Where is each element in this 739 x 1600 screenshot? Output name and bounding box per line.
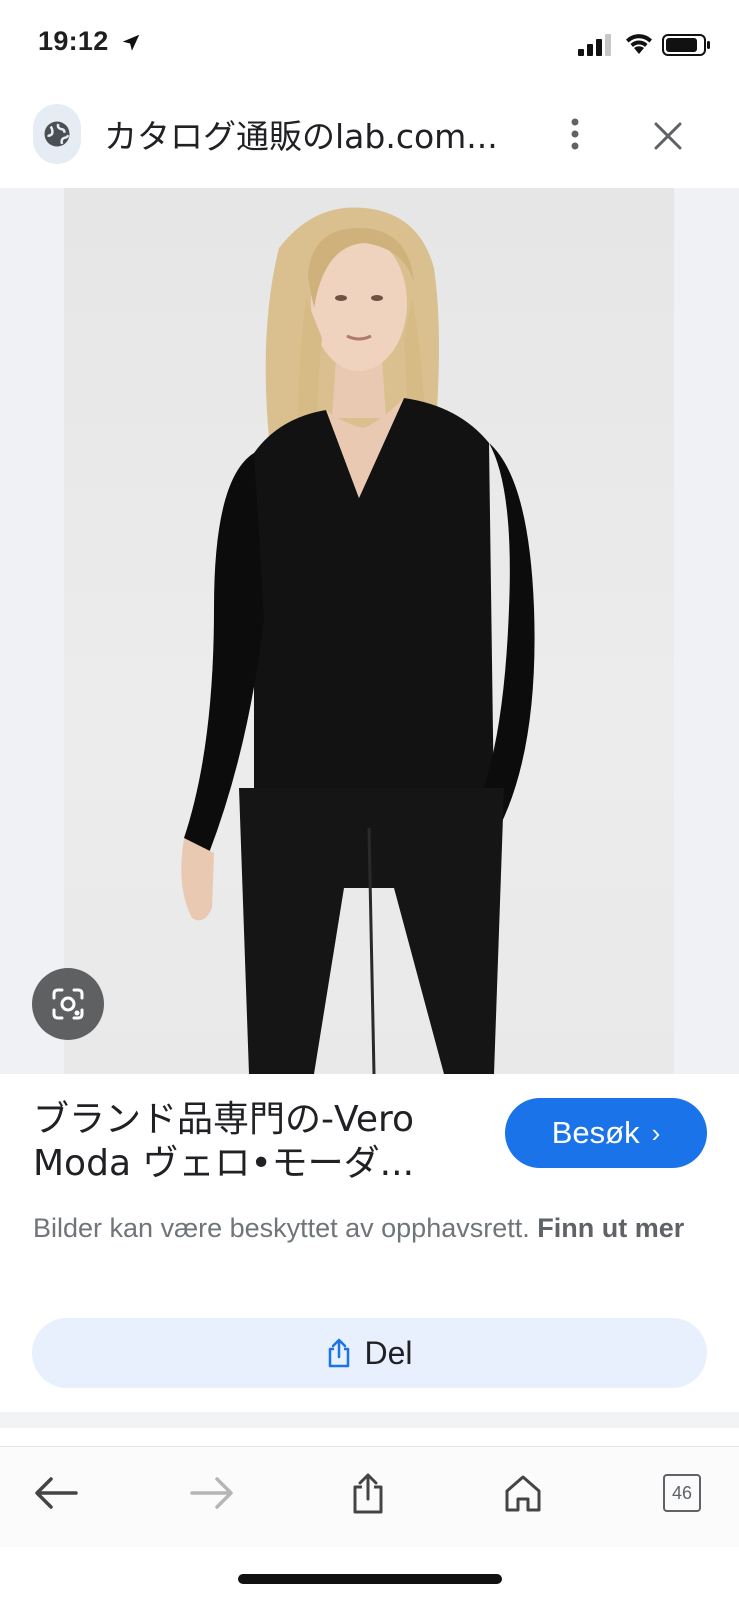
- more-vert-icon: [571, 118, 579, 150]
- arrow-forward-icon: [190, 1477, 233, 1509]
- page-title[interactable]: カタログ通販のlab.com...: [104, 110, 524, 158]
- visit-button[interactable]: Besøk ›: [505, 1098, 707, 1168]
- product-photo[interactable]: [64, 188, 674, 1074]
- image-preview: [0, 188, 739, 1074]
- share-icon: [353, 1473, 383, 1514]
- copyright-text: Bilder kan være beskyttet av opphavsrett…: [33, 1213, 530, 1243]
- close-button[interactable]: [646, 114, 690, 158]
- site-info-button[interactable]: [33, 104, 81, 164]
- status-bar: 19:12: [0, 0, 739, 92]
- home-icon: [505, 1475, 541, 1512]
- back-button[interactable]: [30, 1467, 82, 1519]
- share-button[interactable]: Del: [32, 1318, 707, 1388]
- visit-label: Besøk: [551, 1115, 640, 1150]
- more-options-button[interactable]: [557, 112, 593, 156]
- home-button[interactable]: [497, 1467, 549, 1519]
- learn-more-link[interactable]: Finn ut mer: [537, 1213, 684, 1243]
- bottom-toolbar: 46: [0, 1446, 739, 1547]
- google-lens-button[interactable]: [32, 968, 104, 1040]
- result-title-line2: Moda ヴェロ•モーダ...: [33, 1143, 415, 1184]
- battery-icon: [662, 34, 710, 56]
- result-title-line1: ブランド品専門の-Vero: [33, 1099, 415, 1140]
- share-label: Del: [364, 1334, 413, 1371]
- globe-icon: [44, 121, 70, 147]
- tabs-button[interactable]: 46: [656, 1467, 708, 1519]
- arrow-back-icon: [35, 1477, 78, 1509]
- home-indicator[interactable]: [238, 1574, 502, 1584]
- browser-toolbar: カタログ通販のlab.com...: [0, 92, 739, 188]
- share-icon: [329, 1338, 350, 1368]
- location-arrow-icon: [122, 34, 140, 51]
- copyright-note: Bilder kan være beskyttet av opphavsrett…: [33, 1208, 703, 1248]
- forward-button[interactable]: [186, 1467, 238, 1519]
- chevron-right-icon: ›: [651, 1117, 661, 1148]
- result-title[interactable]: ブランド品専門の-Vero Moda ヴェロ•モーダ...: [33, 1098, 483, 1186]
- status-time: 19:12: [38, 26, 109, 56]
- close-icon: [654, 122, 682, 150]
- model-illustration: [181, 207, 535, 1074]
- section-divider: [0, 1412, 739, 1428]
- cellular-signal-icon: [578, 34, 611, 56]
- wifi-icon: [626, 34, 652, 54]
- lens-icon: [52, 988, 84, 1020]
- tabs-count-badge: 46: [663, 1474, 701, 1512]
- share-nav-button[interactable]: [342, 1467, 394, 1519]
